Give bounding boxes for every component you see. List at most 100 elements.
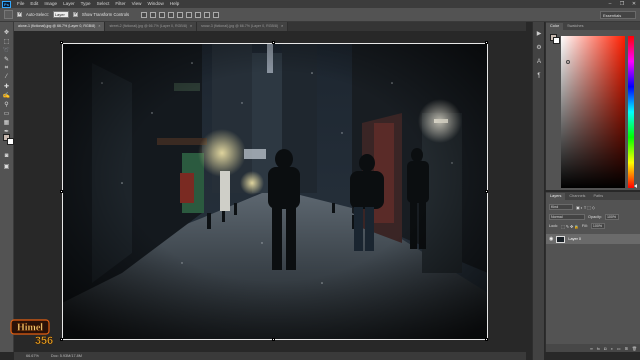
align-bottom-icon[interactable] <box>159 11 166 18</box>
paragraph-icon[interactable]: ¶ <box>535 72 543 80</box>
minimize-icon[interactable]: – <box>604 1 616 7</box>
move-tool-icon[interactable]: ✥ <box>2 28 11 36</box>
auto-select-label: Auto-Select: <box>26 12 49 17</box>
show-transform-checkbox[interactable] <box>72 11 78 17</box>
gradient-tool-icon[interactable]: ▦ <box>2 118 11 126</box>
trash-icon[interactable]: 🗑 <box>632 346 637 351</box>
character-icon[interactable]: A <box>535 58 543 66</box>
folder-icon[interactable]: ▭ <box>617 346 621 351</box>
menu-view[interactable]: View <box>129 0 145 8</box>
mask-icon[interactable]: ◘ <box>604 346 606 351</box>
window-controls: – ❐ ✕ <box>604 1 640 7</box>
close-tab-icon[interactable]: × <box>98 22 100 31</box>
maximize-icon[interactable]: ❐ <box>616 1 628 7</box>
tab-paths[interactable]: Paths <box>589 193 607 200</box>
filter-icons[interactable]: ▣ ◐ T ⬚ ◇ <box>576 205 595 210</box>
layers-panel: Layers Channels Paths Kind ▣ ◐ T ⬚ ◇ Nor… <box>545 192 640 352</box>
tab-layers[interactable]: Layers <box>546 193 566 200</box>
zoom-level[interactable]: 66.67% <box>26 354 39 358</box>
alley-photo <box>62 43 488 340</box>
color-picker-ring[interactable] <box>566 60 570 64</box>
distribute-icon[interactable] <box>195 11 202 18</box>
menu-image[interactable]: Image <box>41 0 60 8</box>
quick-select-icon[interactable]: ✎ <box>2 55 11 63</box>
close-tab-icon[interactable]: × <box>190 22 192 31</box>
clone-stamp-icon[interactable]: ⚲ <box>2 100 11 108</box>
menu-help[interactable]: Help <box>167 0 182 8</box>
layer-item[interactable]: ◉ Layer 0 <box>546 234 640 244</box>
link-icon[interactable]: ∞ <box>590 346 593 351</box>
close-tab-icon[interactable]: × <box>281 22 283 31</box>
menu-file[interactable]: File <box>14 0 27 8</box>
marquee-tool-icon[interactable]: ⬚ <box>2 37 11 45</box>
menu-filter[interactable]: Filter <box>112 0 128 8</box>
move-tool-preset-icon[interactable] <box>4 10 13 19</box>
document-tabs: alone-1 (fictional).jpg @ 66.7% (Layer 0… <box>14 22 526 31</box>
transform-handle-tl[interactable] <box>60 41 63 44</box>
color-panel: Color Swatches <box>545 22 640 190</box>
fill-field[interactable]: 100% <box>590 223 605 229</box>
blend-row: Normal Opacity: 100% <box>549 214 619 220</box>
adjustment-icon[interactable]: ◑ <box>610 346 612 351</box>
3d-mode-icon[interactable] <box>213 11 220 18</box>
transform-handle-t[interactable] <box>272 41 275 44</box>
transform-handle-r[interactable] <box>485 190 488 193</box>
transform-handle-tr[interactable] <box>485 41 488 44</box>
opacity-field[interactable]: 100% <box>604 214 619 220</box>
history-icon[interactable]: ▶ <box>535 30 543 38</box>
document-canvas[interactable] <box>62 43 488 340</box>
background-color-swatch[interactable] <box>7 138 14 145</box>
lock-icons[interactable]: ⬚ ✎ ✥ 🔒 <box>561 224 579 229</box>
align-buttons <box>141 11 220 18</box>
lasso-tool-icon[interactable]: ➰ <box>2 46 11 54</box>
color-background-swatch[interactable] <box>553 37 560 44</box>
close-icon[interactable]: ✕ <box>628 1 640 7</box>
tab-color[interactable]: Color <box>546 23 564 30</box>
align-center-icon[interactable] <box>177 11 184 18</box>
fx-icon[interactable]: fx <box>597 346 600 351</box>
color-saturation-field[interactable] <box>561 36 625 188</box>
properties-icon[interactable]: ⚙ <box>535 44 543 52</box>
photoshop-logo-icon: Ps <box>2 0 11 8</box>
new-layer-icon[interactable]: ⊞ <box>625 346 628 351</box>
crop-tool-icon[interactable]: ⌗ <box>2 64 11 72</box>
transform-handle-br[interactable] <box>485 338 488 341</box>
menu-select[interactable]: Select <box>94 0 113 8</box>
healing-brush-icon[interactable]: ✚ <box>2 82 11 90</box>
menu-type[interactable]: Type <box>78 0 94 8</box>
hue-slider-pointer[interactable] <box>634 184 637 188</box>
align-left-icon[interactable] <box>168 11 175 18</box>
doc-tab-2[interactable]: street-2 (fictional).jpg @ 66.7% (Layer … <box>105 22 198 31</box>
doc-tab-1[interactable]: alone-1 (fictional).jpg @ 66.7% (Layer 0… <box>14 22 106 31</box>
workspace-dropdown[interactable]: Essentials <box>600 10 636 19</box>
doc-tab-3[interactable]: snow-3 (fictional).jpg @ 66.7% (Layer 0,… <box>197 22 289 31</box>
doc-size-info[interactable]: Doc: 5.93M/17.8M <box>51 354 82 358</box>
visibility-eye-icon[interactable]: ◉ <box>549 236 553 242</box>
screen-mode-icon[interactable]: ▣ <box>2 162 11 170</box>
align-middle-icon[interactable] <box>150 11 157 18</box>
brush-tool-icon[interactable]: ✍ <box>2 91 11 99</box>
distribute-h-icon[interactable] <box>204 11 211 18</box>
layer-name[interactable]: Layer 0 <box>568 237 581 241</box>
blend-mode-dropdown[interactable]: Normal <box>549 214 585 220</box>
tools-panel: ✥ ⬚ ➰ ✎ ⌗ ⁄ ✚ ✍ ⚲ ▭ ▦ ✒ ◙ ▣ <box>0 22 14 352</box>
menu-layer[interactable]: Layer <box>60 0 78 8</box>
eraser-icon[interactable]: ▭ <box>2 109 11 117</box>
align-top-icon[interactable] <box>141 11 148 18</box>
quick-mask-icon[interactable]: ◙ <box>2 152 11 160</box>
transform-handle-b[interactable] <box>272 338 275 341</box>
layer-kind-filter[interactable]: Kind <box>549 204 573 210</box>
tab-channels[interactable]: Channels <box>565 193 589 200</box>
eyedropper-icon[interactable]: ⁄ <box>2 73 11 81</box>
tab-swatches[interactable]: Swatches <box>563 23 587 30</box>
transform-handle-bl[interactable] <box>60 338 63 341</box>
hue-slider[interactable] <box>628 36 634 188</box>
align-right-icon[interactable] <box>186 11 193 18</box>
layers-footer: ∞ fx ◘ ◑ ▭ ⊞ 🗑 <box>546 344 640 352</box>
auto-select-checkbox[interactable] <box>17 11 22 17</box>
transform-handle-l[interactable] <box>60 190 63 193</box>
panel-dock: ▶ ⚙ A ¶ <box>532 22 544 360</box>
menu-edit[interactable]: Edit <box>27 0 41 8</box>
menu-window[interactable]: Window <box>144 0 166 8</box>
auto-select-dropdown[interactable]: Layer <box>52 11 69 18</box>
